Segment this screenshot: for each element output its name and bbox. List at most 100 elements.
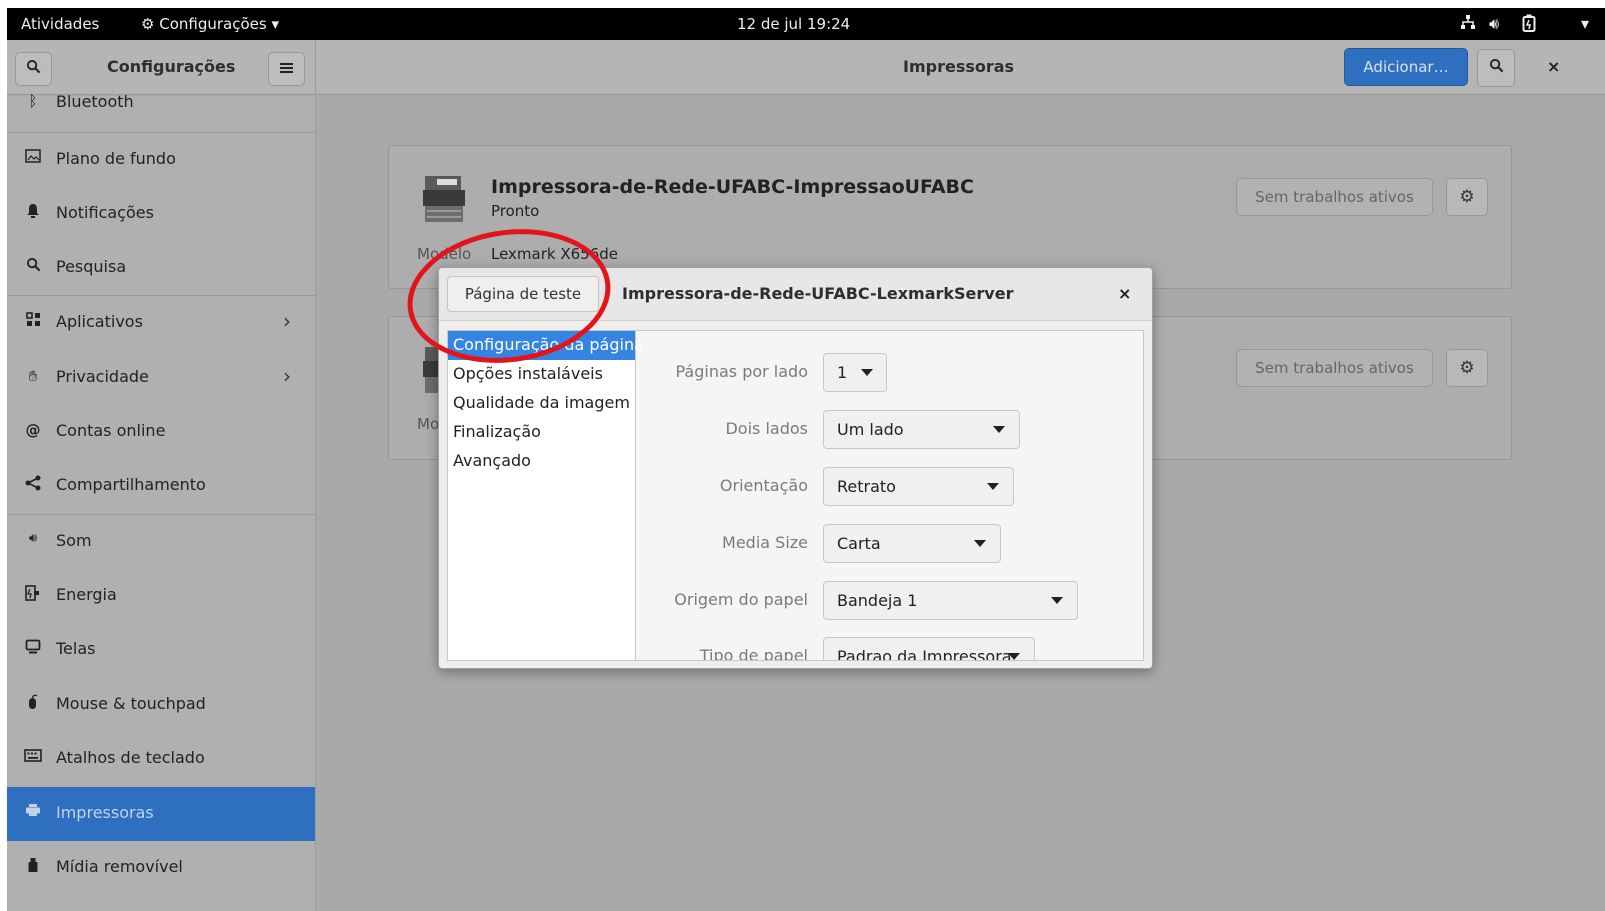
dialog-body: Configuração da página Opções instalávei… (447, 330, 1144, 661)
sidebar-item-removable-media[interactable]: Mídia removível (7, 841, 315, 895)
hand-icon: ✋︎ (28, 367, 38, 385)
dropdown-arrow-icon (993, 426, 1005, 433)
section-installable-options[interactable]: Opções instaláveis (448, 360, 635, 389)
sidebar-item-label: Privacidade (56, 367, 149, 386)
dropdown-arrow-icon (1008, 653, 1020, 660)
printer-settings-button[interactable]: ⚙ (1446, 349, 1488, 387)
section-advanced[interactable]: Avançado (448, 447, 635, 476)
orientation-label: Orientação (719, 476, 808, 495)
sidebar-item-displays[interactable]: Telas (7, 623, 315, 677)
dropdown-value: 1 (837, 363, 848, 382)
usb-drive-icon (23, 857, 43, 877)
dropdown-arrow-icon (1051, 597, 1063, 604)
sidebar-item-label: Telas (56, 639, 96, 658)
bluetooth-icon: ᛒ (28, 92, 38, 110)
section-page-setup[interactable]: Configuração da página (448, 331, 644, 360)
add-printer-button[interactable]: Adicionar… (1344, 48, 1468, 86)
chevron-right-icon: › (283, 309, 291, 333)
gear-icon: ⚙ (1459, 358, 1475, 378)
pages-per-side-label: Páginas por lado (675, 362, 808, 381)
sidebar-item-label: Aplicativos (56, 312, 143, 331)
sidebar-item-label: Plano de fundo (56, 149, 176, 168)
printer-model-value: Lexmark X656de (491, 245, 619, 263)
sidebar-item-sound[interactable]: 🔊︎ Som (7, 515, 315, 569)
printer-settings-button[interactable]: ⚙ (1446, 178, 1488, 216)
printer-status: Pronto (491, 202, 540, 220)
settings-sidebar: ᛒ Bluetooth Plano de fundo Notificações … (7, 92, 316, 911)
sidebar-item-online-accounts[interactable]: @ Contas online (7, 405, 315, 459)
sidebar-item-label: Som (56, 531, 92, 550)
share-icon (23, 475, 43, 495)
search-icon (26, 59, 41, 74)
sidebar-item-mouse[interactable]: Mouse & touchpad (7, 678, 315, 732)
page-setup-form: Páginas por lado 1 Dois lados Um lado Or… (637, 331, 1143, 660)
chevron-right-icon: › (283, 364, 291, 388)
close-dialog-button[interactable]: × (1118, 284, 1131, 303)
clock[interactable]: 12 de jul 19:24 (737, 15, 850, 33)
section-finishing[interactable]: Finalização (448, 418, 635, 447)
sidebar-item-label: Compartilhamento (56, 475, 206, 494)
printer-search-button[interactable] (1477, 49, 1515, 87)
sidebar-item-label: Impressoras (56, 803, 154, 822)
system-menu-arrow-icon[interactable]: ▾ (1581, 14, 1589, 33)
dropdown-arrow-icon (861, 369, 873, 376)
dialog-header: Página de teste Impressora-de-Rede-UFABC… (439, 268, 1152, 321)
sidebar-item-bluetooth[interactable]: ᛒ Bluetooth (7, 76, 315, 130)
app-menu-label: Configurações (159, 15, 267, 33)
app-menu[interactable]: ⚙ Configurações ▾ (141, 15, 279, 33)
sidebar-item-privacy[interactable]: ✋︎ Privacidade › (7, 351, 315, 405)
sidebar-item-search[interactable]: Pesquisa (7, 241, 315, 295)
two-sided-dropdown[interactable]: Um lado (823, 410, 1020, 449)
gear-icon: ⚙ (141, 15, 155, 33)
apps-grid-icon (23, 312, 43, 331)
printer-options-dialog: Página de teste Impressora-de-Rede-UFABC… (438, 267, 1153, 669)
pages-per-side-dropdown[interactable]: 1 (823, 353, 887, 392)
dialog-title: Impressora-de-Rede-UFABC-LexmarkServer (622, 284, 1014, 303)
search-icon (23, 257, 43, 276)
page-title: Impressoras (903, 57, 1015, 76)
battery-icon[interactable] (1522, 14, 1536, 36)
sidebar-item-label: Mídia removível (56, 857, 183, 876)
dropdown-arrow-icon: ▾ (271, 15, 280, 33)
orientation-dropdown[interactable]: Retrato (823, 467, 1014, 506)
volume-icon[interactable]: 🔊︎ (1489, 14, 1499, 34)
printer-name: Impressora-de-Rede-UFABC-ImpressaoUFABC (491, 176, 974, 198)
activities-button[interactable]: Atividades (21, 15, 99, 33)
two-sided-label: Dois lados (725, 419, 808, 438)
dropdown-value: Carta (837, 534, 881, 553)
sidebar-item-label: Atalhos de teclado (56, 748, 205, 767)
sidebar-item-label: Bluetooth (56, 92, 134, 111)
paper-source-dropdown[interactable]: Bandeja 1 (823, 581, 1078, 620)
sidebar-item-power[interactable]: Energia (7, 569, 315, 623)
sidebar-item-background[interactable]: Plano de fundo (7, 133, 315, 187)
close-window-button[interactable]: × (1547, 57, 1560, 76)
sidebar-item-notifications[interactable]: Notificações (7, 187, 315, 241)
sidebar-item-applications[interactable]: Aplicativos › (7, 296, 315, 350)
paper-type-dropdown[interactable]: Padrao da Impressora (823, 637, 1035, 660)
dropdown-value: Retrato (837, 477, 896, 496)
show-jobs-button[interactable]: Sem trabalhos ativos (1236, 178, 1433, 216)
dropdown-value: Um lado (837, 420, 904, 439)
section-image-quality[interactable]: Qualidade da imagem (448, 389, 635, 418)
show-jobs-button[interactable]: Sem trabalhos ativos (1236, 349, 1433, 387)
hamburger-icon (280, 63, 293, 73)
sidebar-item-label: Notificações (56, 203, 154, 222)
printer-model-label: Modelo (417, 245, 472, 263)
test-page-button[interactable]: Página de teste (447, 276, 599, 312)
media-size-label: Media Size (722, 533, 808, 552)
printer-model-label: Mo (417, 415, 440, 433)
image-icon (23, 149, 43, 167)
sidebar-item-keyboard-shortcuts[interactable]: Atalhos de teclado (7, 732, 315, 786)
media-size-dropdown[interactable]: Carta (823, 524, 1001, 563)
dropdown-arrow-icon (987, 483, 999, 490)
printer-device-icon (421, 174, 467, 224)
sidebar-item-printers[interactable]: Impressoras (7, 787, 315, 841)
bell-icon (23, 203, 43, 222)
sidebar-item-label: Mouse & touchpad (56, 694, 206, 713)
sidebar-title: Configurações (107, 57, 236, 76)
mouse-icon (23, 694, 43, 714)
network-icon[interactable] (1460, 14, 1476, 34)
top-bar: Atividades ⚙ Configurações ▾ 12 de jul 1… (7, 8, 1605, 40)
search-icon (1489, 58, 1503, 73)
sidebar-item-sharing[interactable]: Compartilhamento (7, 459, 315, 513)
